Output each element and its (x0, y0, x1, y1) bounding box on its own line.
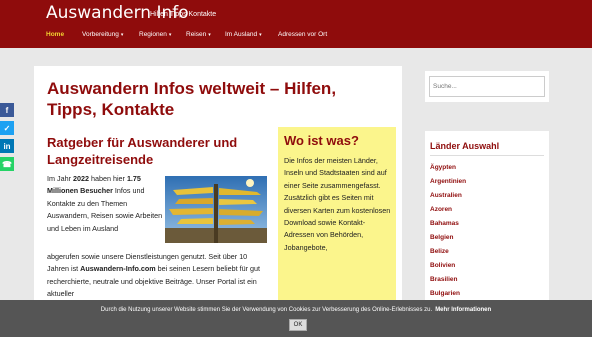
text-run: haben hier (88, 174, 127, 183)
nav-label: Adressen vor Ort (278, 31, 328, 38)
signpost-photo (165, 176, 267, 243)
cookie-banner: Durch die Nutzung unserer Website stimme… (0, 300, 592, 337)
country-link[interactable]: Belgien (430, 234, 453, 241)
chevron-down-icon: ▾ (120, 32, 124, 38)
nav-item-adressen[interactable]: Adressen vor Ort (278, 31, 327, 38)
page-title: Auswandern Infos weltweit – Hilfen, Tipp… (47, 79, 337, 119)
nav-label: Home (46, 31, 65, 38)
twitter-icon[interactable]: ✓ (0, 121, 14, 135)
section-heading: Ratgeber für Auswanderer und Langzeitrei… (47, 135, 238, 167)
year-value: 2022 (72, 174, 89, 183)
nav-label: Regionen (139, 31, 167, 38)
chevron-down-icon: ▾ (208, 32, 211, 38)
country-link[interactable]: Bulgarien (430, 290, 460, 297)
intro-paragraph: Im Jahr 2022 haben hier 1.75 Millionen B… (47, 173, 163, 235)
country-link[interactable]: Azoren (430, 206, 452, 213)
site-tagline: Hilfen Tipps Kontakte (150, 11, 217, 18)
country-link[interactable]: Belize (430, 248, 449, 255)
country-link[interactable]: Brasilien (430, 276, 457, 283)
country-link[interactable]: Bahamas (430, 220, 459, 227)
nav-label: Vorbereitung (82, 31, 119, 38)
search-widget (425, 71, 549, 102)
nav-item-vorbereitung[interactable]: Vorbereitung ▾ (82, 31, 123, 38)
cookie-ok-button[interactable]: OK (289, 319, 307, 331)
info-box-text: Die Infos der meisten Länder, Inseln und… (284, 156, 391, 252)
whatsapp-icon[interactable]: ☎ (0, 157, 14, 171)
text-run: Im Jahr (47, 174, 73, 183)
linkedin-icon[interactable]: in (0, 139, 14, 153)
cookie-message: Durch die Nutzung unserer Website stimme… (0, 307, 592, 313)
nav-item-regionen[interactable]: Regionen ▾ (139, 31, 171, 38)
nav-item-reisen[interactable]: Reisen ▾ (186, 31, 211, 38)
nav-item-im-ausland[interactable]: Im Ausland ▾ (225, 31, 262, 38)
country-link[interactable]: Ägypten (430, 164, 456, 171)
facebook-icon[interactable]: f (0, 103, 14, 117)
site-name: Auswandern-Info.com (80, 264, 156, 274)
more-info-link[interactable]: Mehr Informationen (435, 307, 491, 313)
body-paragraph: abgerufen sowie unsere Dienstleistungen … (47, 251, 264, 301)
nav-item-home[interactable]: Home (46, 31, 64, 38)
site-header: Auswandern Info Hilfen Tipps Kontakte Ho… (0, 0, 592, 48)
search-input[interactable] (429, 76, 545, 97)
chevron-down-icon: ▾ (168, 32, 172, 38)
country-link[interactable]: Argentinien (430, 178, 466, 185)
country-link[interactable]: Australien (430, 192, 462, 199)
main-nav: Home Vorbereitung ▾ Regionen ▾ Reisen ▾ Im … (0, 28, 592, 48)
nav-label: Reisen (186, 31, 207, 38)
info-box-title: Wo ist was? (284, 133, 359, 148)
country-link[interactable]: Bolivien (430, 262, 455, 269)
country-list-title: Länder Auswahl (430, 141, 500, 151)
cookie-text: Durch die Nutzung unserer Website stimme… (100, 307, 433, 313)
divider (430, 155, 544, 156)
main-content: Auswandern Infos weltweit – Hilfen, Tipp… (34, 66, 402, 337)
nav-label: Im Ausland (225, 31, 258, 38)
chevron-down-icon: ▾ (259, 32, 262, 38)
